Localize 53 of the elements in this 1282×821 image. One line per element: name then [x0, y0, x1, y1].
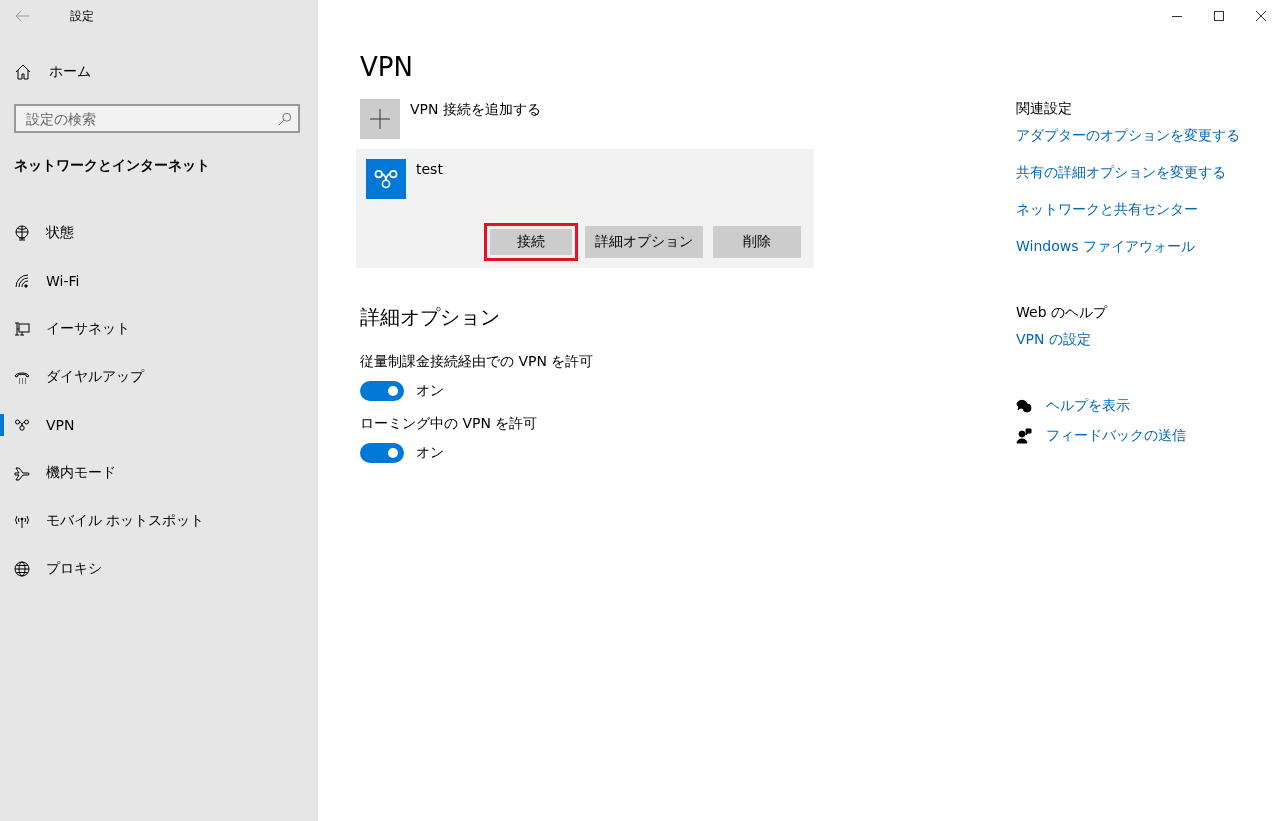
related-link[interactable]: 共有の詳細オプションを変更する — [1016, 164, 1276, 182]
connection-button[interactable]: 削除 — [710, 223, 804, 261]
globe-monitor-icon — [14, 225, 30, 241]
setting-label: ローミング中の VPN を許可 — [360, 415, 539, 433]
phone-icon — [14, 369, 30, 385]
vpn-icon — [14, 417, 30, 433]
nav-item[interactable]: プロキシ — [0, 545, 318, 593]
nav-item[interactable]: VPN — [0, 401, 318, 449]
connection-button[interactable]: 接続 — [484, 223, 578, 261]
person-feedback-icon — [1016, 428, 1032, 444]
toggle-switch[interactable] — [360, 381, 404, 401]
add-vpn-link[interactable]: VPN 接続を追加する — [410, 101, 541, 119]
nav-item[interactable]: 状態 — [0, 209, 318, 257]
nav-item[interactable]: Wi-Fi — [0, 257, 318, 305]
related-heading: 関連設定 — [1016, 100, 1073, 118]
setting-label: 従量制課金接続経由での VPN を許可 — [360, 353, 595, 371]
search-field[interactable]: 設定の検索 — [14, 104, 300, 133]
globe-icon — [14, 561, 30, 577]
toggle-switch[interactable] — [360, 443, 404, 463]
related-link[interactable]: ネットワークと共有センター — [1016, 201, 1276, 219]
back-arrow-icon — [14, 8, 30, 24]
toggle-state: オン — [416, 382, 444, 400]
window-title: 設定 — [70, 7, 94, 25]
page-title: VPN — [360, 52, 414, 82]
help-link[interactable]: VPN の設定 — [1016, 331, 1276, 349]
nav-item[interactable]: モバイル ホットスポット — [0, 497, 318, 545]
nav-item[interactable]: 機内モード — [0, 449, 318, 497]
search-icon — [278, 112, 292, 126]
close-icon — [1255, 10, 1267, 22]
connection-button[interactable]: 詳細オプション — [582, 223, 706, 261]
connection-name: test — [416, 161, 443, 179]
add-tile[interactable] — [360, 99, 400, 139]
help-bubble-icon — [1016, 398, 1032, 414]
plus-icon — [370, 109, 390, 129]
toggle-state: オン — [416, 444, 444, 462]
home-nav-item[interactable]: ホーム — [15, 56, 318, 88]
vpn-connection-card[interactable]: test 接続 詳細オプション 削除 — [356, 149, 814, 268]
section-heading: ネットワークとインターネット — [14, 157, 211, 175]
nav-item[interactable]: イーサネット — [0, 305, 318, 353]
support-link[interactable]: フィードバックの送信 — [1046, 427, 1186, 445]
nav-item[interactable]: ダイヤルアップ — [0, 353, 318, 401]
related-link[interactable]: アダプターのオプションを変更する — [1016, 127, 1276, 145]
ethernet-icon — [14, 321, 30, 337]
hotspot-icon — [14, 513, 30, 529]
maximize-icon — [1213, 10, 1225, 22]
wifi-icon — [14, 273, 30, 289]
support-link[interactable]: ヘルプを表示 — [1046, 397, 1130, 415]
minimize-icon — [1171, 16, 1183, 17]
section-heading: 詳細オプション — [360, 304, 501, 331]
web-help-heading: Web のヘルプ — [1016, 304, 1109, 322]
home-icon — [15, 64, 31, 80]
airplane-icon — [14, 465, 30, 481]
related-link[interactable]: Windows ファイアウォール — [1016, 238, 1276, 256]
